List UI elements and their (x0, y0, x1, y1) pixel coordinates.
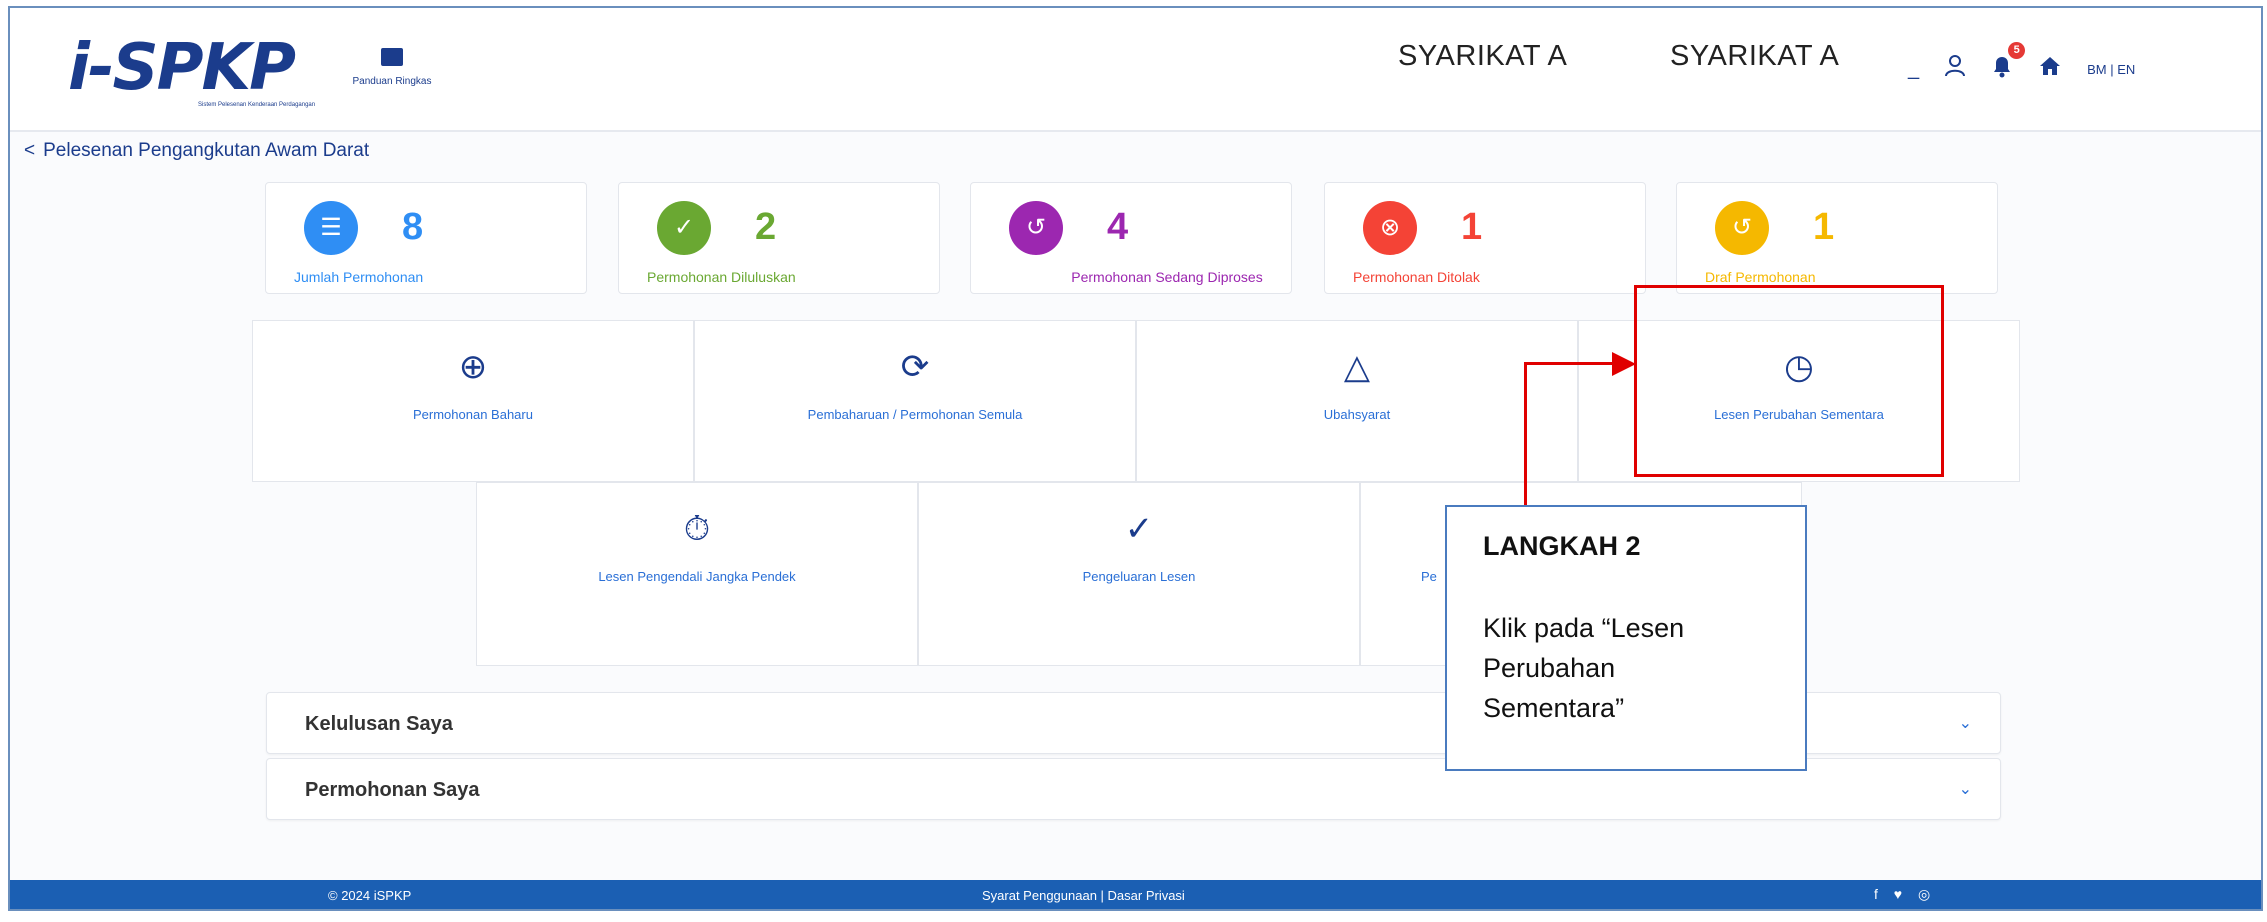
history-icon: ↺ (1715, 201, 1769, 255)
check-circle-icon: ✓ (657, 201, 711, 255)
stat-label: Permohonan Diluluskan (647, 269, 796, 285)
stat-count: 1 (1813, 206, 1835, 248)
chevron-down-icon: ⌄ (1958, 781, 1972, 798)
accordion-title: Permohonan Saya (305, 779, 480, 801)
top-header: i-SPKP Sistem Pelesenan Kenderaan Perdag… (10, 8, 2261, 132)
app-window: i-SPKP Sistem Pelesenan Kenderaan Perdag… (8, 6, 2263, 911)
stat-card-rejected[interactable]: ⊗ 1 Permohonan Ditolak (1324, 182, 1646, 294)
language-switch: BM | EN (2087, 62, 2135, 77)
add-circle-icon: ⊕ (458, 348, 488, 386)
footer-copyright: © 2024 iSPKP (328, 888, 412, 903)
stat-card-total[interactable]: ☰ 8 Jumlah Permohonan (265, 182, 587, 294)
stat-count: 2 (755, 206, 777, 248)
stat-count: 1 (1461, 206, 1483, 248)
menu-tile-label: Pembaharuan / Permohonan Semula (807, 407, 1023, 422)
stat-count: 4 (1107, 206, 1129, 248)
callout-line-vertical (1524, 362, 1527, 505)
stat-card-draft[interactable]: ↺ 1 Draf Permohonan (1676, 182, 1998, 294)
minimize-icon[interactable]: _ (1908, 57, 1919, 81)
lang-en-option[interactable]: EN (2117, 62, 2135, 77)
header-actions: _ 5 BM | EN (1908, 42, 2135, 84)
social-icons[interactable]: f ♥ ◎ (1874, 886, 1936, 903)
renew-icon: ⟳ (900, 348, 930, 386)
stat-label: Permohonan Ditolak (1353, 269, 1480, 285)
highlight-box (1634, 285, 1944, 477)
callout-arrowhead (1612, 352, 1636, 376)
instruction-body: Klik pada “Lesen Perubahan Sementara” (1483, 613, 1685, 723)
logo-wordmark: i-SPKP (68, 31, 296, 105)
menu-tile-label: Lesen Pengendali Jangka Pendek (598, 569, 796, 584)
menu-tile-license-issuance[interactable]: ✓ Pengeluaran Lesen (918, 482, 1360, 666)
notification-bell-icon[interactable]: 5 (1991, 42, 2026, 84)
breadcrumb-label: Pelesenan Pengangkutan Awam Darat (43, 140, 370, 161)
quick-guide-label: Panduan Ringkas (352, 76, 432, 87)
accordion-title: Kelulusan Saya (305, 713, 453, 735)
user-icon[interactable] (1945, 55, 1966, 83)
cancel-circle-icon: ⊗ (1363, 201, 1417, 255)
menu-tile-label: Ubahsyarat (1323, 407, 1391, 422)
history-icon: ↺ (1009, 201, 1063, 255)
stopwatch-icon: ⏱ (683, 510, 711, 548)
lang-bm-option[interactable]: BM (2087, 62, 2107, 77)
chevron-down-icon: ⌄ (1958, 715, 1972, 732)
stat-label: Draf Permohonan (1705, 269, 1816, 285)
menu-tile-renewal[interactable]: ⟳ Pembaharuan / Permohonan Semula (694, 320, 1136, 482)
stat-label: Permohonan Sedang Diproses (1071, 269, 1263, 285)
instruction-callout: LANGKAH 2 Klik pada “Lesen Perubahan Sem… (1445, 505, 1807, 771)
stat-card-processing[interactable]: ↺ 4 Permohonan Sedang Diproses (970, 182, 1292, 294)
lang-separator: | (2110, 61, 2114, 77)
menu-tile-short-term-operator[interactable]: ⏱ Lesen Pengendali Jangka Pendek (476, 482, 918, 666)
footer: © 2024 iSPKP Syarat Penggunaan | Dasar P… (10, 880, 2261, 909)
instruction-title: LANGKAH 2 (1483, 531, 1641, 561)
home-icon[interactable] (2039, 55, 2061, 83)
guide-icon (381, 48, 403, 66)
triangle-icon: △ (1343, 348, 1371, 386)
company-name-primary: SYARIKAT A (1398, 40, 1568, 72)
check-icon: ✓ (1124, 510, 1154, 548)
menu-tile-amend-conditions[interactable]: △ Ubahsyarat (1136, 320, 1578, 482)
company-name-secondary: SYARIKAT A (1670, 40, 1840, 72)
callout-line-horizontal (1524, 362, 1616, 365)
stat-label: Jumlah Permohonan (294, 269, 424, 285)
notification-count-badge: 5 (2008, 42, 2026, 59)
ispkp-logo[interactable]: i-SPKP Sistem Pelesenan Kenderaan Perdag… (68, 28, 368, 108)
logo-tagline: Sistem Pelesenan Kenderaan Perdagangan (198, 102, 316, 108)
clipboard-icon: ☰ (304, 201, 358, 255)
menu-tile-label: Pengeluaran Lesen (1082, 569, 1196, 584)
stat-card-approved[interactable]: ✓ 2 Permohonan Diluluskan (618, 182, 940, 294)
chevron-left-icon: < (24, 140, 36, 161)
footer-links[interactable]: Syarat Penggunaan | Dasar Privasi (982, 888, 1185, 903)
menu-tile-label: Permohonan Baharu (413, 407, 533, 422)
stat-count: 8 (402, 206, 424, 248)
menu-tile-new-application[interactable]: ⊕ Permohonan Baharu (252, 320, 694, 482)
breadcrumb-back-link[interactable]: < Pelesenan Pengangkutan Awam Darat (24, 140, 369, 162)
quick-guide-link[interactable]: Panduan Ringkas (342, 48, 442, 108)
